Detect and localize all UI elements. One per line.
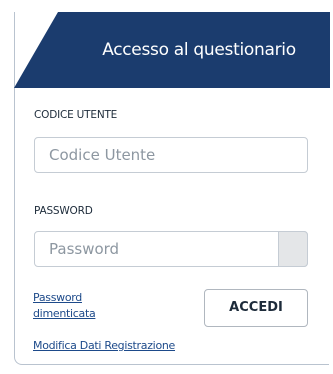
user-code-field[interactable] bbox=[34, 137, 308, 173]
forgot-password-link[interactable]: Password dimenticata bbox=[33, 290, 96, 322]
password-input[interactable] bbox=[35, 232, 279, 266]
user-code-label: CODICE UTENTE bbox=[34, 109, 118, 121]
header-title: Accesso al questionario bbox=[102, 40, 296, 60]
forgot-password-line2: dimenticata bbox=[33, 307, 96, 320]
edit-registration-link[interactable]: Modifica Dati Registrazione bbox=[33, 338, 175, 354]
login-button[interactable]: ACCEDI bbox=[204, 289, 308, 327]
login-header: Accesso al questionario bbox=[14, 12, 330, 88]
password-label: PASSWORD bbox=[34, 205, 93, 217]
user-code-input[interactable] bbox=[35, 138, 307, 172]
forgot-password-line1: Password bbox=[33, 291, 82, 304]
password-field[interactable] bbox=[34, 231, 308, 267]
show-password-toggle[interactable] bbox=[278, 231, 308, 267]
